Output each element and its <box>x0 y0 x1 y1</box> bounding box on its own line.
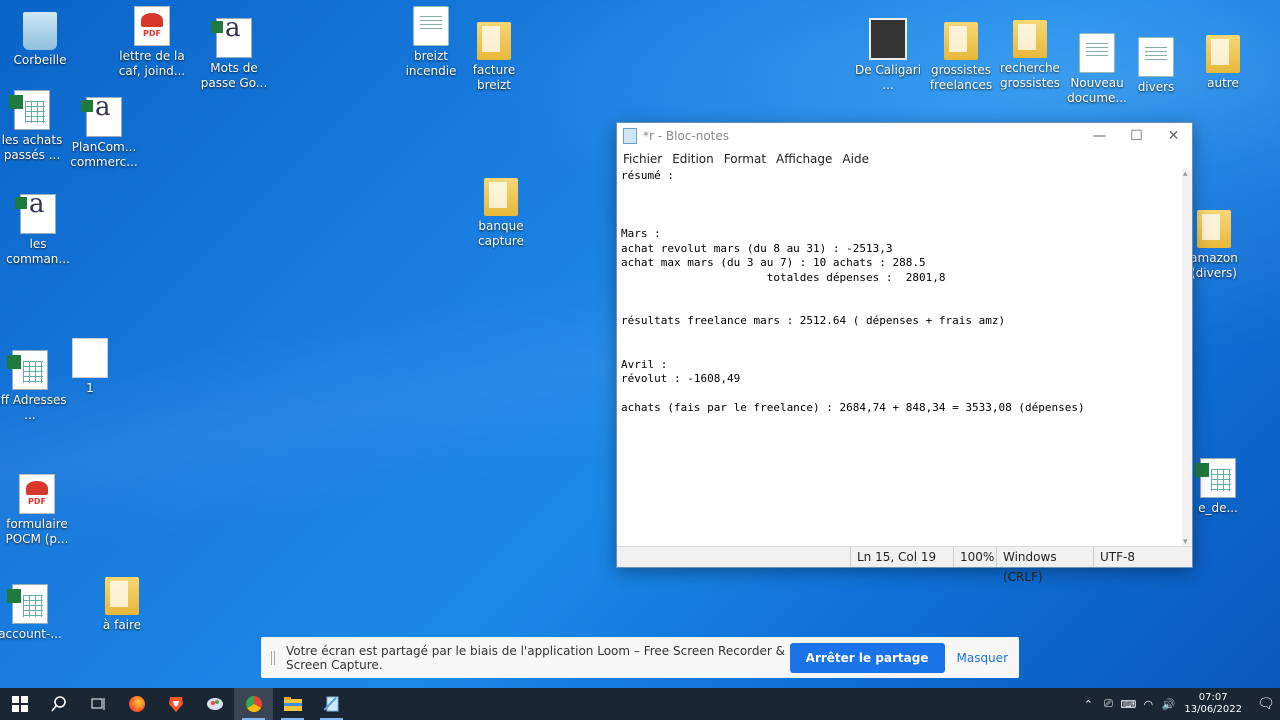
date: 13/06/2022 <box>1184 704 1242 715</box>
notepad-icon <box>623 128 637 144</box>
input-method-icon[interactable]: ⌨ <box>1118 698 1138 711</box>
blank-file-icon <box>72 338 108 378</box>
notification-icon[interactable]: 🗨 <box>1252 696 1280 712</box>
network-icon[interactable]: ◠ <box>1138 698 1158 711</box>
notepad-window[interactable]: *r - Bloc-notes — ☐ ✕ Fichier Edition Fo… <box>616 122 1193 584</box>
desktop-icon-lettre-caf[interactable]: lettre de la caf, joind... <box>114 6 190 79</box>
line-ending: Windows (CRLF) <box>996 547 1093 584</box>
folder-icon <box>1206 35 1240 73</box>
status-bar: Ln 15, Col 19 100% Windows (CRLF) UTF-8 <box>617 546 1192 584</box>
task-view-icon[interactable] <box>78 688 117 720</box>
app-icon[interactable] <box>195 688 234 720</box>
spreadsheet-file-icon <box>7 350 48 390</box>
video-file-icon <box>869 18 907 60</box>
menu-aide[interactable]: Aide <box>842 152 869 166</box>
zoom-level: 100% <box>953 547 996 567</box>
volume-icon[interactable]: 🔊 <box>1158 698 1178 711</box>
folder-icon <box>1013 20 1047 58</box>
desktop-icon-grossistes-freelances[interactable]: grossistes freelances <box>923 22 999 93</box>
desktop-icon-facture-breizt[interactable]: facture breizt <box>456 22 532 93</box>
chrome-icon[interactable] <box>234 688 273 720</box>
desktop-icon-formulaire-pocm[interactable]: formulaire POCM (p... <box>0 474 75 547</box>
windows-start-icon[interactable] <box>0 688 39 720</box>
desktop-icon-plancom[interactable]: PlanCom... commerc... <box>66 97 142 170</box>
spreadsheet-file-icon <box>9 90 50 130</box>
menu-format[interactable]: Format <box>724 152 766 166</box>
file-explorer-icon[interactable] <box>273 688 312 720</box>
text-editor-area[interactable]: résumé : Mars : achat revolut mars (du 8… <box>617 169 1182 547</box>
folder-icon <box>105 577 139 615</box>
brave-icon[interactable] <box>156 688 195 720</box>
time: 07:07 <box>1198 692 1228 703</box>
chevron-up-icon[interactable]: ⌃ <box>1078 698 1098 711</box>
pdf-file-icon <box>19 474 55 514</box>
clock[interactable]: 07:07 13/06/2022 <box>1184 692 1242 716</box>
cursor-position: Ln 15, Col 19 <box>850 547 953 567</box>
desktop-icon-recherche-grossistes[interactable]: recherche grossistes <box>992 20 1068 91</box>
meet-now-icon[interactable]: ⎚ <box>1098 697 1118 711</box>
maximize-button[interactable]: ☐ <box>1118 128 1155 144</box>
taskbar: ⌃ ⎚ ⌨ ◠ 🔊 07:07 13/06/2022 🗨 <box>0 688 1280 720</box>
vertical-scrollbar[interactable] <box>1182 169 1192 547</box>
menu-affichage[interactable]: Affichage <box>776 152 832 166</box>
desktop-icon-divers[interactable]: divers <box>1118 37 1194 95</box>
firefox-icon[interactable] <box>117 688 156 720</box>
desktop-icon-les-commandes[interactable]: les comman... <box>0 194 76 267</box>
recycle-bin-icon <box>23 12 57 50</box>
folder-icon <box>944 22 978 60</box>
desktop-icon-1[interactable]: 1 <box>52 338 128 396</box>
desktop-icon-account[interactable]: account-... <box>0 584 68 642</box>
loom-sharing-bar: Votre écran est partagé par le biais de … <box>261 637 1019 678</box>
search-icon[interactable] <box>39 688 78 720</box>
spreadsheet-file-icon <box>15 194 56 234</box>
pdf-file-icon <box>134 6 170 46</box>
text-file-icon <box>1138 37 1174 77</box>
drag-handle-icon[interactable] <box>271 650 276 665</box>
desktop-icon-les-achats[interactable]: les achats passés ... <box>0 90 70 163</box>
folder-icon <box>1197 210 1231 248</box>
spreadsheet-file-icon <box>1195 458 1236 498</box>
close-button[interactable]: ✕ <box>1155 128 1192 144</box>
folder-icon <box>484 178 518 216</box>
system-tray: ⌃ ⎚ ⌨ ◠ 🔊 07:07 13/06/2022 🗨 <box>1078 692 1280 716</box>
menu-fichier[interactable]: Fichier <box>623 152 662 166</box>
notepad-icon[interactable] <box>312 688 351 720</box>
spreadsheet-file-icon <box>81 97 122 137</box>
text-file-icon <box>1079 33 1115 73</box>
encoding: UTF-8 <box>1093 547 1141 567</box>
menu-bar: Fichier Edition Format Affichage Aide <box>617 149 1192 168</box>
stop-sharing-button[interactable]: Arrêter le partage <box>789 642 945 673</box>
sharing-message: Votre écran est partagé par le biais de … <box>286 643 785 672</box>
folder-icon <box>477 22 511 60</box>
window-title: *r - Bloc-notes <box>643 129 730 143</box>
spreadsheet-file-icon <box>7 584 48 624</box>
hide-button[interactable]: Masquer <box>957 651 1009 665</box>
desktop-icon-de-caligari[interactable]: De Caligari ... <box>850 18 926 93</box>
desktop-icon-autre[interactable]: autre <box>1185 35 1261 91</box>
notepad-title-bar[interactable]: *r - Bloc-notes — ☐ ✕ <box>617 123 1192 149</box>
desktop-icon-a-faire[interactable]: à faire <box>84 577 160 633</box>
menu-edition[interactable]: Edition <box>672 152 714 166</box>
desktop-icon-mots-de-passe[interactable]: Mots de passe Go... <box>196 18 272 91</box>
spreadsheet-file-icon <box>211 18 252 58</box>
minimize-button[interactable]: — <box>1081 128 1118 144</box>
desktop-icon-banque-capture[interactable]: banque capture <box>463 178 539 249</box>
document-file-icon <box>413 6 449 46</box>
desktop-icon-corbeille[interactable]: Corbeille <box>2 12 78 68</box>
